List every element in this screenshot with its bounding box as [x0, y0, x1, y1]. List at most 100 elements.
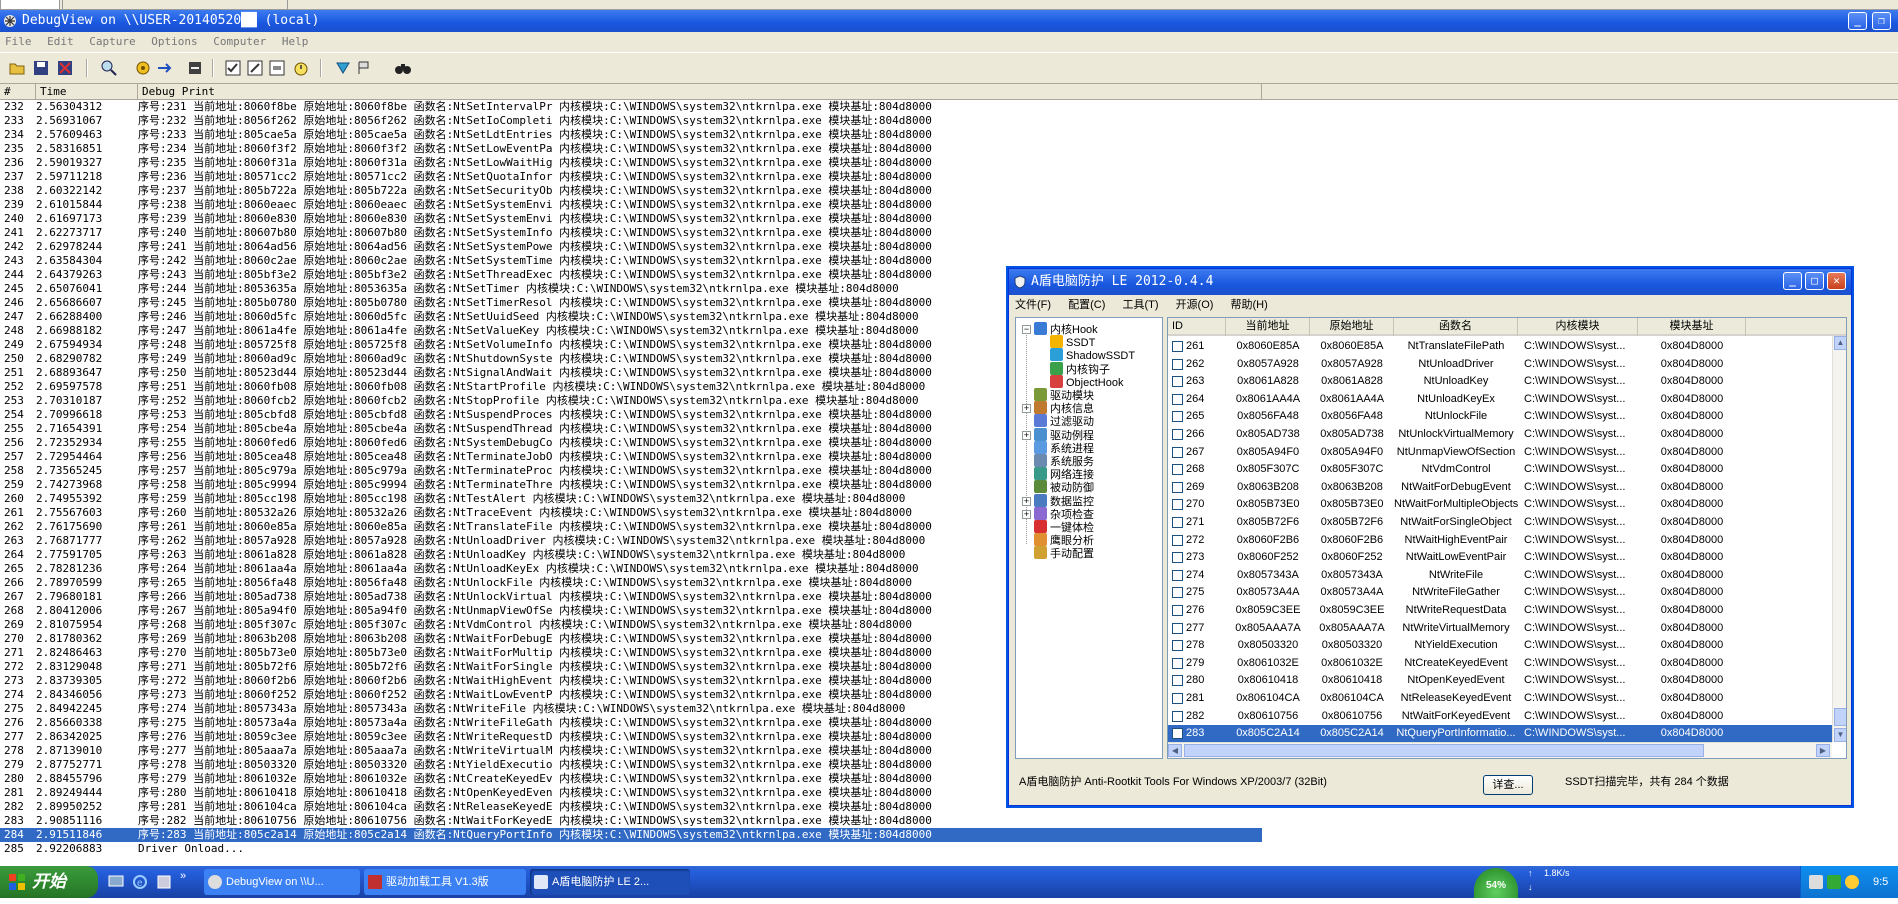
log-row[interactable]: 239 2.61015844 序号:238 当前地址:8060eaec 原始地址:8…	[0, 198, 1300, 212]
table-row[interactable]: 276 0x8059C3EE 0x8059C3EE NtWriteRequestDat…	[1168, 602, 1832, 619]
scroll-left-icon[interactable]: ◀	[1168, 744, 1182, 757]
menu-help[interactable]: 帮助(H)	[1231, 295, 1268, 315]
row-checkbox[interactable]	[1172, 358, 1183, 370]
column-id[interactable]: ID	[1168, 318, 1226, 336]
table-row[interactable]: 265 0x8056FA48 0x8056FA48 NtUnlockFile C:\WI…	[1168, 408, 1832, 425]
row-checkbox[interactable]	[1172, 411, 1183, 423]
quicklaunch-ie-icon[interactable]: e	[132, 874, 148, 890]
table-row[interactable]: 261 0x8060E85A 0x8060E85A NtTranslateFilePa…	[1168, 338, 1832, 355]
arrow-right-icon[interactable]	[156, 59, 174, 77]
table-row[interactable]: 273 0x8060F252 0x8060F252 NtWaitLowEventPai…	[1168, 549, 1832, 566]
table-row[interactable]: 264 0x8061AA4A 0x8061AA4A NtUnloadKeyEx C:\W…	[1168, 391, 1832, 408]
quicklaunch-desktop-icon[interactable]	[108, 874, 124, 890]
row-checkbox[interactable]	[1172, 446, 1183, 458]
log-row[interactable]: 236 2.59019327 序号:235 当前地址:8060f31a 原始地址:8…	[0, 156, 1300, 170]
scroll-right-icon[interactable]: ▶	[1816, 744, 1830, 757]
row-checkbox[interactable]	[1172, 341, 1183, 352]
table-row[interactable]: 275 0x80573A4A 0x80573A4A NtWriteFileGather…	[1168, 584, 1832, 601]
table-row[interactable]: 282 0x80610756 0x80610756 NtWaitForKeyedEve…	[1168, 708, 1832, 725]
capture-kernel-icon[interactable]	[186, 59, 204, 77]
row-checkbox[interactable]	[1172, 569, 1183, 581]
expand-icon[interactable]: +	[1022, 509, 1031, 519]
quicklaunch-app-icon[interactable]	[156, 874, 172, 890]
save-icon[interactable]	[32, 59, 50, 77]
vertical-scrollbar[interactable]: ▲ ▼	[1832, 336, 1846, 742]
scroll-up-icon[interactable]: ▲	[1834, 336, 1846, 350]
bookmark-flag-icon[interactable]	[354, 59, 372, 77]
table-row[interactable]: 281 0x806104CA 0x806104CA NtReleaseKeyedEve…	[1168, 690, 1832, 707]
column-current-address[interactable]: 当前地址	[1226, 318, 1310, 336]
capture-icon[interactable]	[134, 59, 152, 77]
expand-icon[interactable]: +	[1022, 496, 1031, 506]
menu-edit[interactable]: Edit	[47, 32, 74, 52]
table-row[interactable]: 269 0x8063B208 0x8063B208 NtWaitForDebugEve…	[1168, 479, 1832, 496]
top-tab[interactable]	[0, 0, 60, 10]
highlight-icon[interactable]	[268, 59, 286, 77]
row-checkbox[interactable]	[1172, 728, 1183, 740]
maximize-button[interactable]: □	[1805, 272, 1824, 290]
column-debug-print[interactable]: Debug Print	[138, 84, 1262, 100]
column-time[interactable]: Time	[36, 84, 138, 100]
expand-icon[interactable]: +	[1022, 430, 1031, 440]
column-kernel-module[interactable]: 内核模块	[1518, 318, 1638, 336]
row-checkbox[interactable]	[1172, 393, 1183, 405]
row-checkbox[interactable]	[1172, 710, 1183, 722]
table-row[interactable]: 283 0x805C2A14 0x805C2A14 NtQueryPortInform…	[1168, 725, 1832, 743]
row-checkbox[interactable]	[1172, 693, 1183, 704]
menu-options[interactable]: Options	[151, 32, 197, 52]
menu-computer[interactable]: Computer	[213, 32, 266, 52]
minimize-button[interactable]: _	[1783, 272, 1802, 290]
collapse-icon[interactable]: −	[1022, 325, 1031, 334]
top-tab[interactable]	[62, 0, 288, 10]
log-row[interactable]: 241 2.62273717 序号:240 当前地址:80607b80 原始地址:8…	[0, 226, 1300, 240]
row-checkbox[interactable]	[1172, 464, 1183, 476]
detail-button[interactable]: 详查...	[1483, 775, 1533, 795]
table-row[interactable]: 271 0x805B72F6 0x805B72F6 NtWaitForSingleOb…	[1168, 514, 1832, 531]
row-checkbox[interactable]	[1172, 499, 1183, 511]
table-row[interactable]: 280 0x80610418 0x80610418 NtOpenKeyedEvent C…	[1168, 672, 1832, 689]
binoculars-icon[interactable]	[394, 59, 412, 77]
timer-icon[interactable]	[292, 59, 310, 77]
close-button[interactable]: ✕	[1827, 272, 1846, 290]
menu-file[interactable]: 文件(F)	[1015, 295, 1051, 315]
table-row[interactable]: 267 0x805A94F0 0x805A94F0 NtUnmapViewOfSect…	[1168, 444, 1832, 461]
row-checkbox[interactable]	[1172, 517, 1183, 528]
menu-config[interactable]: 配置(C)	[1068, 295, 1105, 315]
row-checkbox[interactable]	[1172, 376, 1183, 388]
table-row[interactable]: 263 0x8061A828 0x8061A828 NtUnloadKey C:\WIN…	[1168, 373, 1832, 390]
row-checkbox[interactable]	[1172, 657, 1183, 669]
menu-tools[interactable]: 工具(T)	[1122, 295, 1158, 315]
row-checkbox[interactable]	[1172, 605, 1183, 616]
table-row[interactable]: 266 0x805AD738 0x805AD738 NtUnlockVirtualMe…	[1168, 426, 1832, 443]
log-row[interactable]: 235 2.58316851 序号:234 当前地址:8060f3f2 原始地址:8…	[0, 142, 1300, 156]
cpu-meter[interactable]: 54%	[1474, 868, 1518, 898]
log-row[interactable]: 284 2.91511846 序号:283 当前地址:805c2a14 原始地址:8…	[0, 828, 1262, 842]
menu-file[interactable]: File	[5, 32, 32, 52]
horizontal-scrollbar[interactable]: ◀ ▶	[1168, 742, 1832, 758]
taskbar-item-antirootkit[interactable]: A盾电脑防护 LE 2...	[530, 869, 690, 895]
column-original-address[interactable]: 原始地址	[1310, 318, 1394, 336]
minimize-button[interactable]: _	[1848, 12, 1867, 30]
expand-icon[interactable]: +	[1022, 404, 1031, 414]
open-icon[interactable]	[8, 59, 26, 77]
table-row[interactable]: 277 0x805AAA7A 0x805AAA7A NtWriteVirtualMem…	[1168, 620, 1832, 637]
table-row[interactable]: 262 0x8057A928 0x8057A928 NtUnloadDriver C:\…	[1168, 356, 1832, 373]
bookmark-down-icon[interactable]	[334, 59, 352, 77]
clear-icon[interactable]	[56, 59, 74, 77]
row-checkbox[interactable]	[1172, 587, 1183, 599]
row-checkbox[interactable]	[1172, 552, 1183, 564]
menu-capture[interactable]: Capture	[89, 32, 135, 52]
log-row[interactable]: 232 2.56304312 序号:231 当前地址:8060f8be 原始地址:8…	[0, 100, 1300, 114]
table-row[interactable]: 268 0x805F307C 0x805F307C NtVdmControl C:\WI…	[1168, 461, 1832, 478]
find-icon[interactable]	[100, 59, 118, 77]
row-checkbox[interactable]	[1172, 534, 1183, 546]
column-num[interactable]: #	[0, 84, 36, 100]
taskbar-item-driver-loader[interactable]: 驱动加载工具 V1.3版	[364, 869, 526, 895]
quicklaunch-more-icon[interactable]: »	[180, 870, 186, 882]
row-checkbox[interactable]	[1172, 622, 1183, 634]
start-button[interactable]: 开始	[0, 866, 98, 898]
debugview-titlebar[interactable]: DebugView on \\USER-20140520██ (local) _…	[0, 10, 1898, 32]
restore-button[interactable]: ❐	[1872, 12, 1891, 30]
row-checkbox[interactable]	[1172, 675, 1183, 687]
table-row[interactable]: 274 0x8057343A 0x8057343A NtWriteFile C:\WIN…	[1168, 567, 1832, 584]
